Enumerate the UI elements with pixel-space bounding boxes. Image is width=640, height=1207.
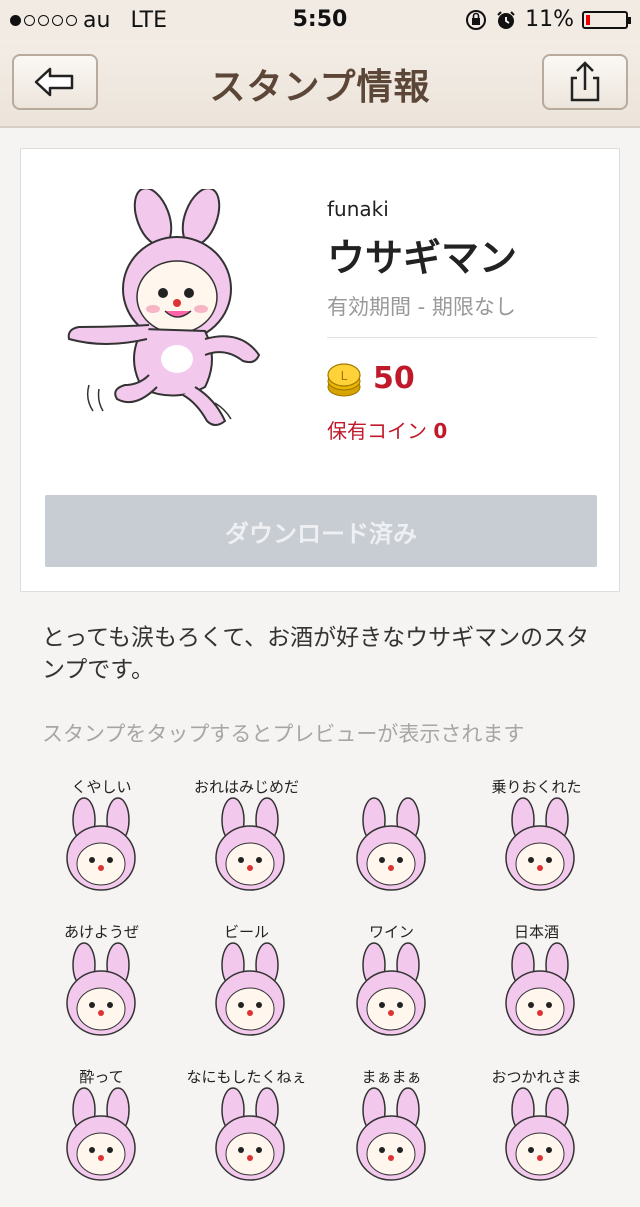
sticker-caption: ビール: [223, 923, 269, 941]
sticker-thumbnail[interactable]: 乗りおくれた: [469, 772, 604, 907]
sticker-info-card: funaki ウサギマン 有効期間 - 期限なし L 50 保有コイン 0 ダウ…: [20, 148, 620, 592]
rabbit-sticker-image: [356, 797, 426, 891]
share-icon: [570, 61, 600, 102]
sticker-thumbnail[interactable]: まぁまぁ: [324, 1062, 459, 1197]
sticker-thumbnail[interactable]: ワイン: [324, 917, 459, 1052]
share-button[interactable]: [542, 54, 628, 110]
owned-coins-value: 0: [433, 419, 448, 443]
status-right: 11%: [465, 7, 631, 32]
validity-period: 有効期間 - 期限なし: [327, 295, 516, 319]
sticker-caption: くやしい: [71, 778, 132, 796]
sticker-thumbnail[interactable]: 日本酒: [469, 917, 604, 1052]
sticker-thumbnail[interactable]: くやしい: [34, 772, 169, 907]
navigation-bar: スタンプ情報: [0, 40, 640, 128]
sticker-thumbnail[interactable]: [324, 772, 459, 907]
sticker-caption: あけようぜ: [63, 923, 139, 941]
owned-coins-label: 保有コイン: [327, 419, 427, 443]
sticker-thumbnail[interactable]: おつかれさま: [469, 1062, 604, 1197]
sticker-thumbnail[interactable]: あけようぜ: [34, 917, 169, 1052]
owned-coins: 保有コイン 0: [327, 415, 447, 444]
sticker-description: とっても涙もろくて、お酒が好きなウサギマンのスタンプです。: [42, 625, 590, 683]
divider: [327, 337, 597, 338]
sticker-thumbnail[interactable]: 酔って: [34, 1062, 169, 1197]
sticker-pack-title: ウサギマン: [327, 236, 518, 280]
sticker-caption: おれはみじめだ: [193, 778, 299, 796]
svg-text:L: L: [341, 369, 348, 383]
battery-percent: 11%: [525, 7, 574, 32]
status-bar: au LTE 5:50 11%: [0, 0, 640, 40]
preview-hint: スタンプをタップするとプレビューが表示されます: [42, 722, 525, 746]
sticker-caption: 日本酒: [513, 923, 559, 941]
sticker-caption: なにもしたくねぇ: [186, 1068, 307, 1086]
alarm-icon: [497, 10, 515, 29]
sticker-main-image: [67, 189, 261, 426]
sticker-thumbnail[interactable]: おれはみじめだ: [179, 772, 314, 907]
coin-icon: L: [327, 363, 361, 397]
price: 50: [373, 361, 415, 396]
sticker-caption: ワイン: [368, 923, 414, 941]
rotation-lock-icon: [466, 9, 487, 30]
sticker-thumbnail[interactable]: ビール: [179, 917, 314, 1052]
sticker-caption: おつかれさま: [491, 1068, 582, 1086]
battery-icon: [582, 10, 631, 29]
sticker-caption: 乗りおくれた: [491, 778, 582, 796]
author-name: funaki: [327, 197, 389, 221]
download-button[interactable]: ダウンロード済み: [45, 495, 597, 567]
sticker-thumbnail[interactable]: なにもしたくねぇ: [179, 1062, 314, 1197]
sticker-caption: まぁまぁ: [361, 1068, 422, 1086]
sticker-grid: くやしい おれはみじめだ 乗りおくれたあけようぜ ビール ワイン 日本酒酔って なにもしたく…: [34, 772, 624, 1207]
sticker-caption: 酔って: [79, 1068, 124, 1086]
